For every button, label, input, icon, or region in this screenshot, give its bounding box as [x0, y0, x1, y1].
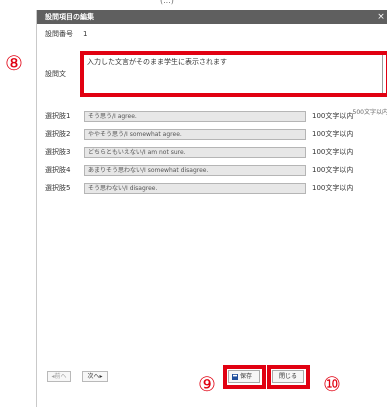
- choice-row-5: 選択肢5 そう思わない/I disagree. 100文字以内: [37, 183, 387, 194]
- choice-input[interactable]: ややそう思う/I somewhat agree.: [84, 129, 306, 140]
- dialog-title: 設問項目の編集: [45, 13, 94, 21]
- prev-button[interactable]: ◂前へ: [47, 371, 71, 382]
- choice-input[interactable]: どちらともいえない/I am not sure.: [84, 147, 306, 158]
- page: (...) 設問項目の編集 × 設問番号 1 設問文 入力した文言がそのまま学生…: [0, 0, 387, 407]
- top-peek-text: (...): [160, 0, 174, 5]
- choice-input[interactable]: そう思う/I agree.: [84, 111, 306, 122]
- choice-limit: 100文字以内: [312, 112, 354, 120]
- choice-row-3: 選択肢3 どちらともいえない/I am not sure. 100文字以内: [37, 147, 387, 158]
- choice-label: 選択肢2: [45, 130, 71, 138]
- dialog-titlebar: 設問項目の編集 ×: [37, 10, 387, 24]
- choice-row-4: 選択肢4 あまりそう思わない/I somewhat disagree. 100文…: [37, 165, 387, 176]
- choice-limit: 100文字以内: [312, 166, 354, 174]
- question-number-value: 1: [83, 30, 88, 38]
- callout-10: ⑩: [323, 372, 341, 396]
- choice-row-1: 選択肢1 そう思う/I agree. 100文字以内: [37, 111, 387, 122]
- choice-input[interactable]: そう思わない/I disagree.: [84, 183, 306, 194]
- callout-8: ⑧: [5, 51, 23, 75]
- close-icon[interactable]: ×: [376, 11, 386, 23]
- question-text-field[interactable]: 入力した文言がそのまま学生に表示されます: [83, 54, 383, 94]
- choice-label: 選択肢5: [45, 184, 71, 192]
- choice-row-2: 選択肢2 ややそう思う/I somewhat agree. 100文字以内: [37, 129, 387, 140]
- highlight-frame-close: [267, 365, 310, 389]
- question-text-label: 設問文: [45, 70, 66, 78]
- choice-label: 選択肢4: [45, 166, 71, 174]
- edit-question-dialog: 設問項目の編集 × 設問番号 1 設問文 入力した文言がそのまま学生に表示されま…: [36, 10, 387, 407]
- callout-9: ⑨: [198, 372, 216, 396]
- choice-limit: 100文字以内: [312, 184, 354, 192]
- highlight-frame-save: [223, 365, 266, 389]
- choice-limit: 100文字以内: [312, 148, 354, 156]
- choice-label: 選択肢3: [45, 148, 71, 156]
- choice-input[interactable]: あまりそう思わない/I somewhat disagree.: [84, 165, 306, 176]
- choice-label: 選択肢1: [45, 112, 71, 120]
- question-number-label: 設問番号: [45, 30, 73, 38]
- choice-limit: 100文字以内: [312, 130, 354, 138]
- next-button[interactable]: 次へ▸: [82, 371, 108, 382]
